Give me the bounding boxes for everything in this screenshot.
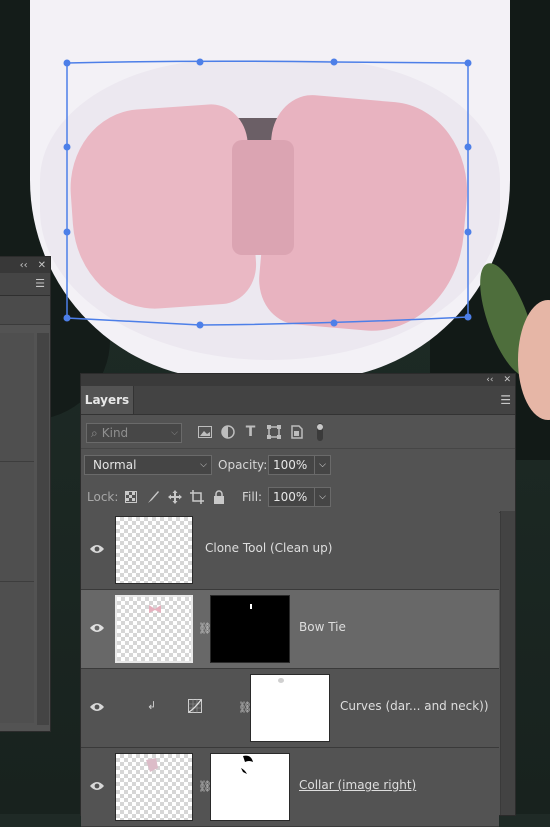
layers-list: Clone Tool (Clean up) ⛓ Bow Tie ↲ ⛓ Curv…	[81, 511, 499, 827]
left-panel-toolbar	[0, 296, 50, 325]
chevron-down-icon[interactable]: ⌵	[315, 492, 330, 502]
visibility-eye-icon[interactable]	[89, 543, 105, 555]
layers-panel-titlebar: ‹‹ ✕	[81, 374, 515, 386]
collapse-icon[interactable]: ‹‹	[486, 375, 493, 385]
lock-label: Lock:	[87, 490, 119, 504]
layers-scrollbar[interactable]	[500, 511, 515, 815]
layer-thumbnail[interactable]	[115, 516, 193, 584]
layer-row-collar[interactable]: ⛓ Collar (image right)	[81, 748, 499, 827]
blend-mode-select[interactable]: Normal ⌵	[84, 455, 212, 475]
transform-handle-bottom-left[interactable]	[63, 314, 71, 322]
fill-field[interactable]: 100% ⌵	[268, 487, 331, 507]
divider	[0, 461, 34, 462]
type-filter-icon[interactable]: T	[243, 424, 258, 440]
left-panel-titlebar: ‹‹ ✕	[0, 257, 50, 273]
chevron-down-icon[interactable]: ⌵	[315, 460, 330, 470]
blend-mode-value: Normal	[93, 458, 137, 472]
divider	[0, 581, 34, 582]
transform-handle-right-lower[interactable]	[464, 228, 472, 236]
layers-panel: ‹‹ ✕ Layers ☰ ⌕ Kind ⌵ T Normal ⌵ Opacit…	[80, 373, 516, 827]
transform-handle-top-mid2[interactable]	[330, 58, 338, 66]
layer-mask-thumbnail[interactable]	[210, 595, 290, 663]
transform-handle-right-upper[interactable]	[464, 143, 472, 151]
mask-spot	[278, 678, 284, 683]
opacity-field[interactable]: 100% ⌵	[268, 455, 331, 475]
layer-thumbnail[interactable]	[115, 753, 193, 821]
lock-image-pixels-icon[interactable]	[145, 489, 160, 504]
bow-tie-thumbnail-icon	[149, 605, 161, 613]
transform-handle-left-lower[interactable]	[63, 228, 71, 236]
left-panel-content	[0, 333, 34, 723]
collapsed-left-panel: ‹‹ ✕ ☰	[0, 256, 51, 732]
tab-layers[interactable]: Layers	[81, 386, 134, 414]
transform-handle-bottom-mid[interactable]	[196, 321, 204, 329]
layer-row-bow-tie[interactable]: ⛓ Bow Tie	[81, 590, 499, 669]
mask-highlight	[250, 604, 252, 609]
layer-name[interactable]: Curves (dar... and neck))	[340, 699, 489, 713]
layer-name[interactable]: Collar (image right)	[299, 778, 416, 792]
close-icon[interactable]: ✕	[503, 375, 511, 385]
filter-toggle-icon[interactable]	[312, 422, 327, 441]
layer-row-clone-tool[interactable]: Clone Tool (Clean up)	[81, 511, 499, 590]
close-icon[interactable]: ✕	[38, 260, 46, 271]
transform-handle-left-upper[interactable]	[63, 143, 71, 151]
clipping-mask-arrow-icon: ↲	[147, 699, 157, 712]
transform-handle-top-right[interactable]	[464, 59, 472, 67]
layer-name[interactable]: Bow Tie	[299, 620, 346, 634]
blend-row: Normal ⌵ Opacity: 100% ⌵	[81, 449, 515, 479]
filter-kind-label: Kind	[101, 426, 129, 440]
lock-transparent-pixels-icon[interactable]	[123, 489, 138, 504]
filter-row: ⌕ Kind ⌵ T	[81, 415, 515, 449]
lock-position-icon[interactable]	[167, 489, 182, 504]
transform-handle-bottom-mid2[interactable]	[330, 319, 338, 327]
left-panel-scrollbar[interactable]	[37, 333, 49, 725]
transform-handle-bottom-right[interactable]	[464, 313, 472, 321]
smart-object-filter-icon[interactable]	[289, 424, 304, 439]
shape-filter-icon[interactable]	[266, 424, 281, 439]
chevron-down-icon: ⌵	[171, 428, 178, 438]
fill-label: Fill:	[242, 490, 263, 504]
layers-tab-bar: Layers ☰	[81, 386, 515, 415]
search-icon: ⌕	[91, 425, 98, 440]
transform-handle-top-left[interactable]	[63, 59, 71, 67]
layer-thumbnail[interactable]	[115, 595, 193, 663]
layer-mask-thumbnail[interactable]	[210, 753, 290, 821]
filter-kind-select[interactable]: ⌕ Kind ⌵	[86, 423, 182, 443]
transform-handle-top-mid[interactable]	[196, 58, 204, 66]
collapse-icon[interactable]: ‹‹	[20, 260, 28, 271]
curves-adjustment-icon[interactable]	[188, 699, 202, 713]
panel-menu-icon[interactable]: ☰	[35, 277, 45, 290]
collar-thumbnail-icon	[146, 758, 158, 772]
opacity-value[interactable]: 100%	[269, 456, 316, 474]
lock-row: Lock: Fill: 100% ⌵	[81, 479, 515, 513]
lock-artboard-icon[interactable]	[189, 489, 204, 504]
left-panel-tab: ☰	[0, 273, 50, 296]
opacity-label: Opacity:	[218, 458, 268, 472]
layer-name[interactable]: Clone Tool (Clean up)	[205, 541, 332, 555]
layer-row-curves[interactable]: ↲ ⛓ Curves (dar... and neck))	[81, 669, 499, 748]
lock-all-icon[interactable]	[211, 489, 226, 504]
visibility-eye-icon[interactable]	[89, 780, 105, 792]
layer-mask-thumbnail[interactable]	[250, 674, 330, 742]
image-filter-icon[interactable]	[197, 424, 212, 439]
mask-shape	[241, 755, 253, 774]
chevron-down-icon: ⌵	[200, 460, 207, 470]
visibility-eye-icon[interactable]	[89, 701, 105, 713]
adjustment-filter-icon[interactable]	[220, 424, 235, 439]
fill-value[interactable]: 100%	[269, 488, 316, 506]
visibility-eye-icon[interactable]	[89, 622, 105, 634]
panel-menu-icon[interactable]: ☰	[500, 393, 511, 407]
